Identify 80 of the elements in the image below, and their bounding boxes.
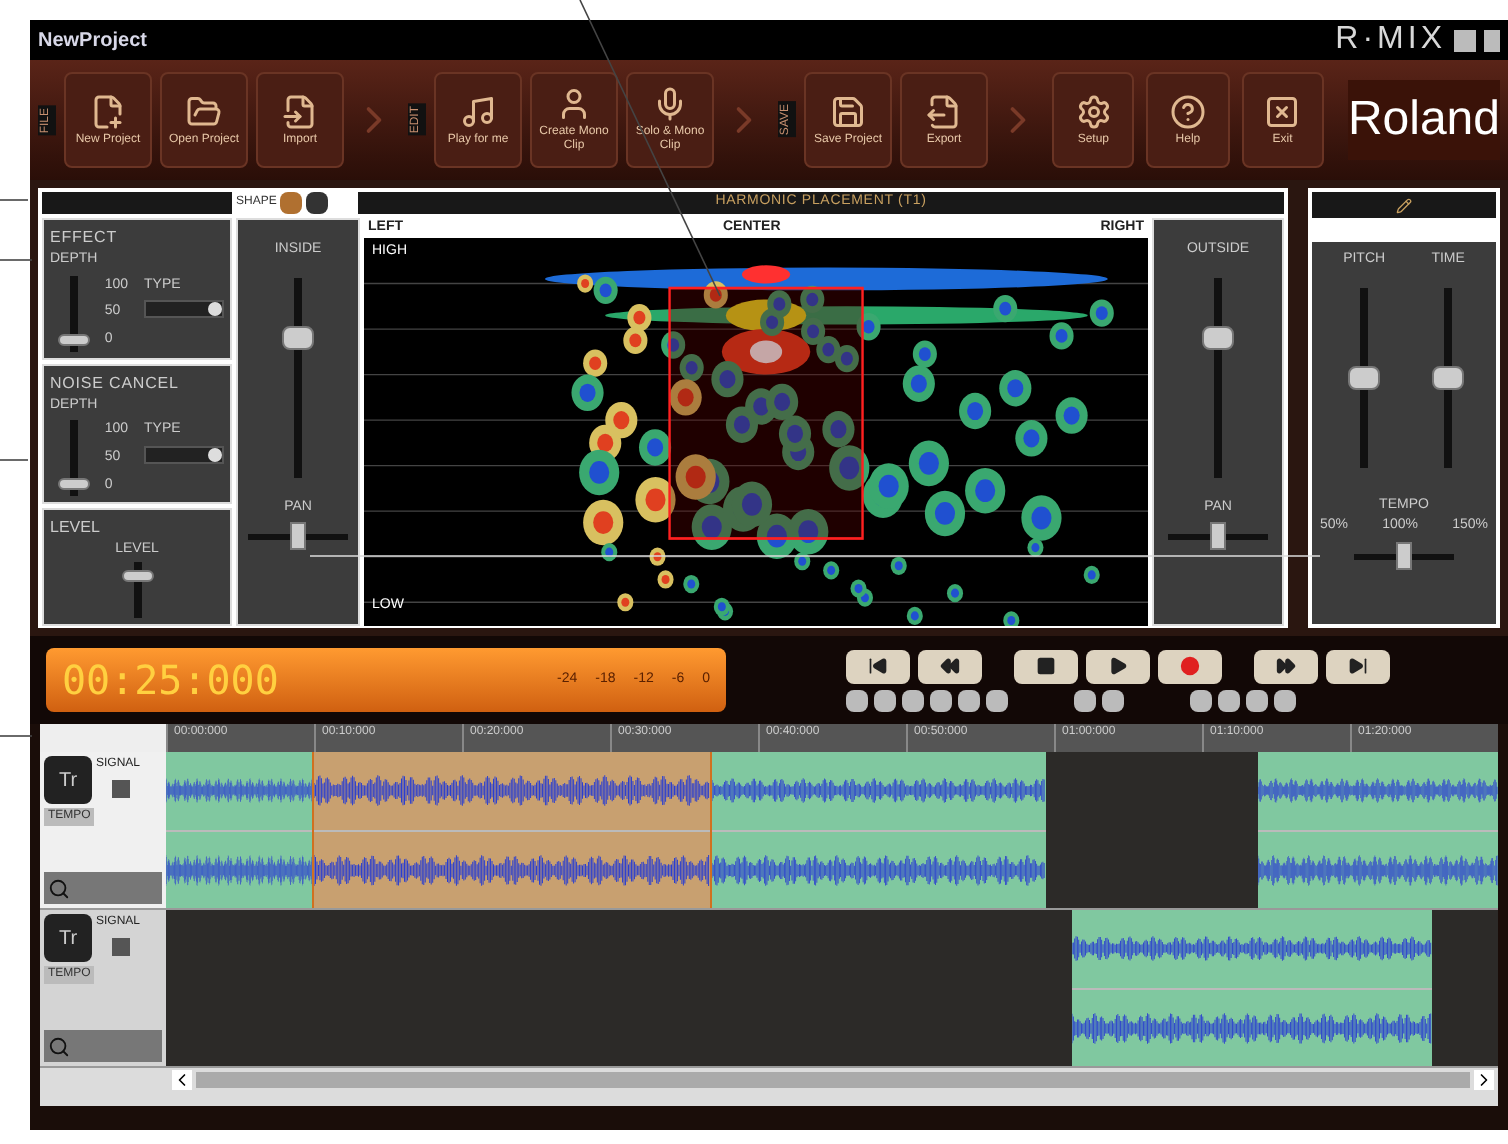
audio-clip[interactable] xyxy=(312,752,713,908)
record-icon xyxy=(1180,656,1200,676)
selection-frame[interactable] xyxy=(668,286,864,540)
option-button[interactable] xyxy=(874,689,896,711)
pan-handle[interactable] xyxy=(1396,541,1412,569)
stop-icon xyxy=(1036,656,1056,676)
transport-button[interactable] xyxy=(1326,649,1390,683)
minimize-button[interactable] xyxy=(1454,29,1476,51)
shape-button[interactable] xyxy=(306,192,329,214)
track-option-icon[interactable] xyxy=(112,938,130,956)
scrollbar[interactable] xyxy=(196,1072,1470,1088)
transport-button[interactable] xyxy=(846,649,910,683)
transport-button[interactable] xyxy=(1014,649,1078,683)
help-icon xyxy=(1169,93,1206,129)
transport-button[interactable] xyxy=(1254,649,1318,683)
new-file-icon xyxy=(90,93,126,129)
pan-handle[interactable] xyxy=(1210,522,1226,550)
app-brand: R·MIX xyxy=(1335,20,1446,60)
save-icon xyxy=(830,93,866,129)
exit-icon xyxy=(1264,93,1301,129)
option-button[interactable] xyxy=(846,689,868,711)
scroll-right-icon[interactable] xyxy=(1474,1070,1494,1090)
scroll-left-icon[interactable] xyxy=(172,1070,192,1090)
panel-title: EFFECT xyxy=(50,226,120,250)
panel-title: NOISE CANCEL xyxy=(50,371,181,395)
audio-clip[interactable] xyxy=(166,752,313,908)
time-readout: 00:25:000 xyxy=(62,654,279,708)
fader-handle[interactable] xyxy=(121,569,153,581)
track-icon: Tr xyxy=(44,914,92,962)
skip-forward-icon xyxy=(1348,656,1368,676)
leader-line xyxy=(0,459,29,461)
import-icon xyxy=(282,93,318,129)
search-icon[interactable] xyxy=(48,877,70,899)
logo: Roland xyxy=(1347,90,1500,150)
option-button[interactable] xyxy=(930,689,952,711)
option-button[interactable] xyxy=(1246,689,1268,711)
option-button[interactable] xyxy=(1218,689,1240,711)
folder-icon xyxy=(186,93,222,129)
fader-handle[interactable] xyxy=(1432,365,1465,389)
audio-clip[interactable] xyxy=(1071,910,1432,1066)
search-icon[interactable] xyxy=(48,1035,70,1057)
option-button[interactable] xyxy=(1190,689,1212,711)
microphone-icon xyxy=(652,86,688,122)
type-dropdown[interactable] xyxy=(144,300,224,318)
leader-line xyxy=(0,735,33,737)
transport-button[interactable] xyxy=(1086,649,1150,683)
audio-clip[interactable] xyxy=(1258,752,1498,908)
option-button[interactable] xyxy=(986,689,1008,711)
option-button[interactable] xyxy=(1274,689,1296,711)
option-button[interactable] xyxy=(1074,689,1096,711)
pan-handle[interactable] xyxy=(290,522,306,550)
ruler-corner xyxy=(40,724,166,752)
fast-forward-icon xyxy=(1276,656,1296,676)
option-button[interactable] xyxy=(958,689,980,711)
settings-icon xyxy=(1075,93,1112,129)
leader-line xyxy=(0,259,33,261)
option-button[interactable] xyxy=(1102,689,1124,711)
music-note-icon xyxy=(460,93,496,129)
rewind-icon xyxy=(940,656,960,676)
fader-handle[interactable] xyxy=(57,478,90,491)
transport-button[interactable] xyxy=(918,649,982,683)
track-icon: Tr xyxy=(44,756,92,804)
type-dropdown[interactable] xyxy=(144,445,224,463)
window-title: NewProject xyxy=(38,27,147,55)
skip-back-icon xyxy=(868,656,888,676)
leader-line xyxy=(0,199,29,201)
option-button[interactable] xyxy=(902,689,924,711)
audio-clip[interactable] xyxy=(712,752,1046,908)
fader-handle[interactable] xyxy=(282,325,314,349)
transport-button[interactable] xyxy=(1158,649,1222,683)
panel-title: LEVEL xyxy=(50,516,100,540)
fader-handle[interactable] xyxy=(1348,365,1381,389)
pencil-icon xyxy=(1396,197,1412,213)
track-option-icon[interactable] xyxy=(112,780,130,798)
export-icon xyxy=(926,93,962,129)
fader-handle[interactable] xyxy=(1202,325,1234,349)
play-icon xyxy=(1108,656,1128,676)
close-button[interactable] xyxy=(1484,29,1500,51)
figure-icon xyxy=(556,86,592,122)
fader-handle[interactable] xyxy=(57,333,90,346)
